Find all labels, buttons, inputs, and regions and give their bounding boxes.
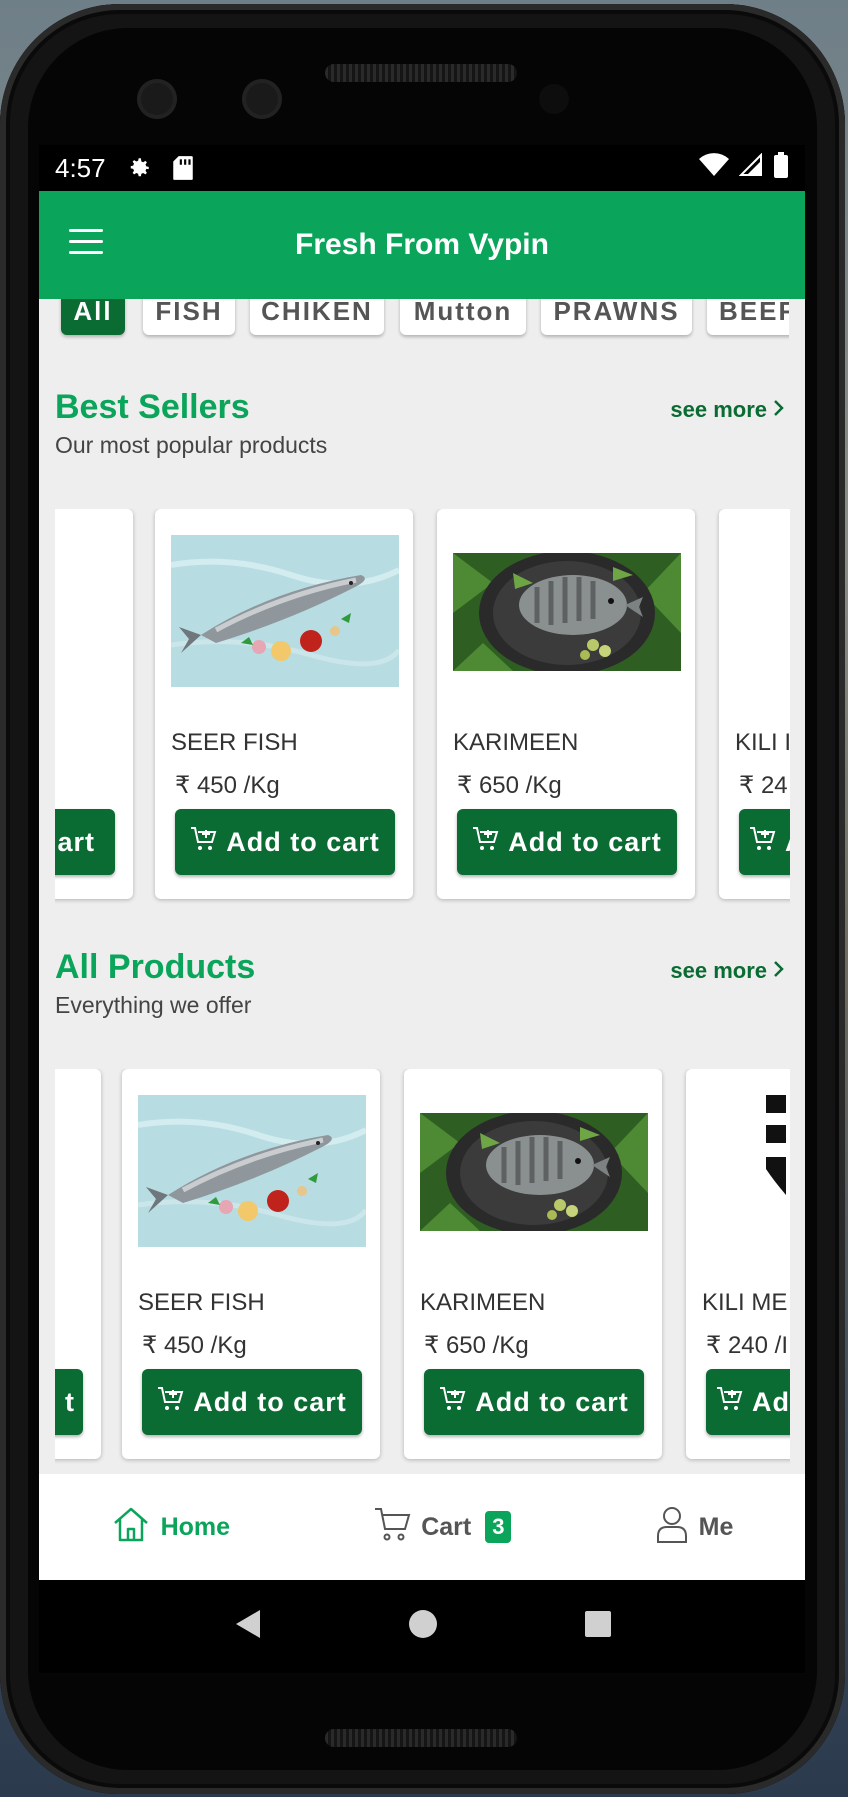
kili-meen-image [766,1095,790,1195]
back-icon[interactable] [232,1608,262,1645]
status-bar: 4:57 [39,145,805,191]
cart-add-icon [439,1386,467,1419]
add-to-cart-label: Ad [752,1386,790,1417]
product-card-kili-meen[interactable]: KILI ME ₹ 240 /I Ad [686,1069,790,1459]
home-icon [111,1505,151,1550]
recents-icon[interactable] [584,1610,612,1643]
seer-fish-image [138,1095,366,1247]
product-name: KARIMEEN [453,729,579,756]
see-more-label: see more [670,958,767,983]
add-to-cart-button[interactable]: Ad [706,1369,790,1435]
home-circle-icon[interactable] [408,1609,438,1644]
cart-add-icon [472,826,500,859]
status-time: 4:57 [55,152,106,183]
top-speaker [325,64,517,82]
cart-add-icon [157,1386,185,1419]
add-to-cart-label: Add to cart [508,826,662,857]
product-name: KARIMEEN [420,1289,546,1316]
product-card-karimeen[interactable]: KARIMEEN ₹ 650 /Kg Add to cart [404,1069,662,1459]
seer-fish-image [171,535,399,687]
add-to-cart-label: A [785,827,790,858]
nav-cart-label: Cart [421,1512,472,1541]
proximity-sensor [539,84,569,114]
add-to-cart-button[interactable]: art [55,809,115,875]
karimeen-image [420,1113,648,1231]
sd-card-icon [172,155,194,181]
add-to-cart-label: t [65,1386,75,1417]
cart-add-icon [749,826,777,859]
nav-me-label: Me [698,1512,734,1541]
bottom-navigation: Home Cart 3 Me [39,1474,805,1580]
nav-home-label: Home [160,1512,231,1541]
product-card-partial[interactable]: art [55,509,133,899]
user-icon [655,1504,689,1551]
best-sellers-see-more[interactable]: see more [670,397,785,423]
front-camera-2 [242,79,282,119]
add-to-cart-button[interactable]: t [55,1369,83,1435]
product-card-partial[interactable]: t [55,1069,101,1459]
chip-mutton[interactable]: Mutton [400,299,526,335]
product-price: ₹ 450 /Kg [142,1332,247,1359]
karimeen-image [453,553,681,671]
product-price: ₹ 450 /Kg [175,772,280,799]
cart-add-icon [190,826,218,859]
product-price: ₹ 240 /I [706,1332,788,1359]
product-card-kili[interactable]: KILI I ₹ 24 A [719,509,790,899]
nav-home[interactable]: Home [111,1505,230,1550]
best-sellers-subtitle: Our most popular products [55,432,328,458]
product-name: SEER FISH [171,729,298,756]
chip-prawns[interactable]: PRAWNS [541,299,692,335]
battery-icon [773,151,789,185]
product-name: KILI ME [702,1289,788,1316]
add-to-cart-button[interactable]: Add to cart [424,1369,644,1435]
product-price: ₹ 650 /Kg [424,1332,529,1359]
chip-chiken[interactable]: CHIKEN [250,299,384,335]
add-to-cart-label: Add to cart [475,1386,629,1417]
chip-fish[interactable]: FISH [143,299,235,335]
product-price: ₹ 650 /Kg [457,772,562,799]
menu-icon[interactable] [69,229,103,257]
nav-cart[interactable]: Cart 3 [373,1506,512,1549]
product-name: KILI I [735,729,790,756]
category-chips: All FISH CHIKEN Mutton PRAWNS BEEF [39,299,789,349]
add-to-cart-button[interactable]: A [739,809,790,875]
app-title: Fresh From Vypin [295,228,549,261]
best-sellers-row: art SEER FISH ₹ 450 /Kg Add to cart KARI… [55,509,790,909]
add-to-cart-button[interactable]: Add to cart [142,1369,362,1435]
add-to-cart-button[interactable]: Add to cart [457,809,677,875]
product-card-karimeen[interactable]: KARIMEEN ₹ 650 /Kg Add to cart [437,509,695,899]
add-to-cart-label: art [57,826,95,857]
all-products-title: All Products [55,948,256,986]
cart-add-icon [716,1386,744,1419]
product-price: ₹ 24 [739,772,788,799]
wifi-icon [699,152,729,184]
bottom-speaker [325,1729,517,1747]
cart-icon [373,1506,411,1549]
chevron-right-icon [773,397,785,423]
product-card-seer-fish[interactable]: SEER FISH ₹ 450 /Kg Add to cart [122,1069,380,1459]
app-bar: Fresh From Vypin [39,191,805,299]
all-products-subtitle: Everything we offer [55,992,252,1018]
chip-beef[interactable]: BEEF [707,299,789,335]
all-products-row: t SEER FISH ₹ 450 /Kg Add to cart KARIME… [55,1069,790,1469]
cart-count-badge: 3 [485,1511,512,1543]
see-more-label: see more [670,397,767,422]
all-products-see-more[interactable]: see more [670,958,785,984]
add-to-cart-button[interactable]: Add to cart [175,809,395,875]
front-camera [137,79,177,119]
chip-all[interactable]: All [61,299,125,335]
product-name: SEER FISH [138,1289,265,1316]
nav-me[interactable]: Me [655,1504,734,1551]
signal-icon [738,152,763,184]
add-to-cart-label: Add to cart [193,1386,347,1417]
system-navigation-bar [39,1580,805,1673]
chevron-right-icon [773,958,785,984]
best-sellers-title: Best Sellers [55,388,250,426]
product-card-seer-fish[interactable]: SEER FISH ₹ 450 /Kg Add to cart [155,509,413,899]
add-to-cart-label: Add to cart [226,826,380,857]
settings-icon [126,155,152,181]
app-screen: 4:57 Fresh From Vypin All FISH CHIKEN Mu… [39,145,805,1673]
